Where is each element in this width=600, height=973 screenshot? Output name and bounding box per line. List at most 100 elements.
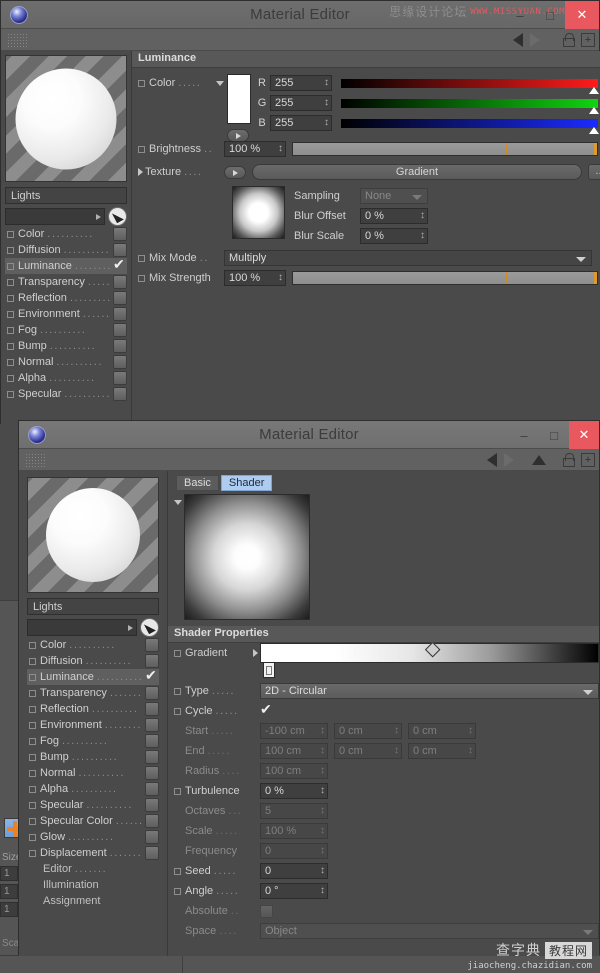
channel-checkbox[interactable] (113, 243, 127, 257)
channel-item-environment[interactable]: Environment.......... (5, 306, 127, 322)
gradient-widget[interactable] (260, 643, 599, 663)
channel-search-input-2[interactable] (27, 619, 137, 636)
end-x-field[interactable]: 100 cm (260, 743, 328, 759)
channel-enable-dot[interactable] (7, 295, 14, 302)
channel-enable-dot[interactable] (29, 690, 36, 697)
channel-item-normal[interactable]: Normal.......... (27, 765, 159, 781)
menu-item-editor[interactable]: Editor....... (27, 861, 159, 877)
channel-enable-dot[interactable] (7, 375, 14, 382)
seed-field[interactable]: 0 (260, 863, 328, 879)
back-arrow-icon[interactable] (513, 33, 523, 47)
octaves-field[interactable]: 5 (260, 803, 328, 819)
toolbar-grip-2[interactable] (25, 453, 47, 467)
preview-scene-combo-1[interactable]: Lights (5, 187, 127, 204)
channel-checkbox[interactable] (113, 259, 127, 273)
texture-expand-icon[interactable] (138, 168, 143, 176)
blur-offset-field[interactable]: 0 % (360, 208, 428, 224)
cycle-checkbox[interactable] (260, 705, 273, 718)
channel-enable-dot[interactable] (29, 834, 36, 841)
channel-enable-dot[interactable] (7, 263, 14, 270)
channel-item-diffusion[interactable]: Diffusion.......... (27, 653, 159, 669)
brightness-value-field[interactable]: 100 % (224, 141, 286, 157)
channel-enable-dot[interactable] (29, 642, 36, 649)
turbulence-param-toggle[interactable] (174, 788, 181, 795)
channel-checkbox[interactable] (145, 638, 159, 652)
channel-checkbox[interactable] (145, 734, 159, 748)
cursor-arrow-icon-2[interactable] (140, 618, 159, 637)
channel-enable-dot[interactable] (29, 754, 36, 761)
texture-thumbnail[interactable] (232, 186, 285, 239)
tab-shader[interactable]: Shader (221, 475, 272, 491)
channel-item-luminance[interactable]: Luminance.......... (27, 669, 159, 685)
type-select[interactable]: 2D - Circular (260, 683, 599, 699)
add-icon[interactable]: + (581, 33, 595, 47)
menu-item-assignment[interactable]: Assignment (27, 893, 159, 909)
end-y-field[interactable]: 0 cm (334, 743, 402, 759)
channel-item-bump[interactable]: Bump.......... (27, 749, 159, 765)
g-slider[interactable] (341, 99, 598, 108)
material-preview-1[interactable] (5, 55, 127, 182)
window2-titlebar[interactable]: Material Editor – □ ✕ (19, 421, 599, 449)
channel-checkbox[interactable] (145, 654, 159, 668)
size-y-field[interactable]: 1 (0, 884, 18, 899)
b-slider[interactable] (341, 119, 598, 128)
sampling-select[interactable]: None (360, 188, 428, 204)
channel-item-specular-color[interactable]: Specular Color.......... (27, 813, 159, 829)
space-select[interactable]: Object (260, 923, 599, 939)
channel-checkbox[interactable] (145, 702, 159, 716)
channel-checkbox[interactable] (145, 814, 159, 828)
blur-scale-field[interactable]: 0 % (360, 228, 428, 244)
channel-item-alpha[interactable]: Alpha.......... (5, 370, 127, 386)
channel-item-alpha[interactable]: Alpha.......... (27, 781, 159, 797)
channel-enable-dot[interactable] (7, 359, 14, 366)
brightness-param-toggle[interactable] (138, 146, 145, 153)
end-z-field[interactable]: 0 cm (408, 743, 476, 759)
channel-enable-dot[interactable] (7, 311, 14, 318)
mix-mode-select[interactable]: Multiply (224, 250, 592, 266)
channel-checkbox[interactable] (145, 782, 159, 796)
channel-enable-dot[interactable] (29, 658, 36, 665)
channel-checkbox[interactable] (113, 387, 127, 401)
b-value-field[interactable]: 255 (270, 115, 332, 131)
gradient-color-stop[interactable] (263, 662, 275, 678)
type-param-toggle[interactable] (174, 688, 181, 695)
material-preview-2[interactable] (27, 477, 159, 593)
shader-preview-thumbnail[interactable] (184, 494, 310, 620)
texture-browse-button[interactable]: ... (588, 164, 600, 180)
texture-expand-button[interactable] (224, 166, 246, 179)
r-slider[interactable] (341, 79, 598, 88)
mix-mode-param-toggle[interactable] (138, 255, 145, 262)
channel-enable-dot[interactable] (29, 786, 36, 793)
shader-preview-collapse-icon[interactable] (174, 500, 182, 505)
channel-checkbox[interactable] (145, 670, 159, 684)
channel-enable-dot[interactable] (29, 850, 36, 857)
channel-checkbox[interactable] (113, 275, 127, 289)
channel-checkbox[interactable] (145, 718, 159, 732)
channel-enable-dot[interactable] (7, 279, 14, 286)
channel-enable-dot[interactable] (7, 391, 14, 398)
forward-arrow-icon-2[interactable] (504, 453, 514, 467)
angle-field[interactable]: 0 ° (260, 883, 328, 899)
tab-basic[interactable]: Basic (176, 475, 219, 491)
menu-item-illumination[interactable]: Illumination (27, 877, 159, 893)
channel-enable-dot[interactable] (29, 818, 36, 825)
cursor-arrow-icon-1[interactable] (108, 207, 127, 226)
preview-scene-combo-2[interactable]: Lights (27, 598, 159, 615)
color-param-toggle[interactable] (138, 80, 145, 87)
channel-enable-dot[interactable] (7, 327, 14, 334)
channel-checkbox[interactable] (113, 227, 127, 241)
channel-enable-dot[interactable] (7, 343, 14, 350)
channel-item-reflection[interactable]: Reflection.......... (27, 701, 159, 717)
channel-enable-dot[interactable] (29, 770, 36, 777)
lock-icon[interactable] (562, 33, 574, 47)
channel-item-normal[interactable]: Normal.......... (5, 354, 127, 370)
start-z-field[interactable]: 0 cm (408, 723, 476, 739)
channel-checkbox[interactable] (113, 291, 127, 305)
up-arrow-icon[interactable] (532, 455, 546, 465)
channel-checkbox[interactable] (145, 766, 159, 780)
channel-search-input-1[interactable] (5, 208, 105, 225)
channel-item-environment[interactable]: Environment.......... (27, 717, 159, 733)
r-value-field[interactable]: 255 (270, 75, 332, 91)
texture-shader-button[interactable]: Gradient (252, 164, 582, 180)
channel-item-color[interactable]: Color.......... (5, 226, 127, 242)
